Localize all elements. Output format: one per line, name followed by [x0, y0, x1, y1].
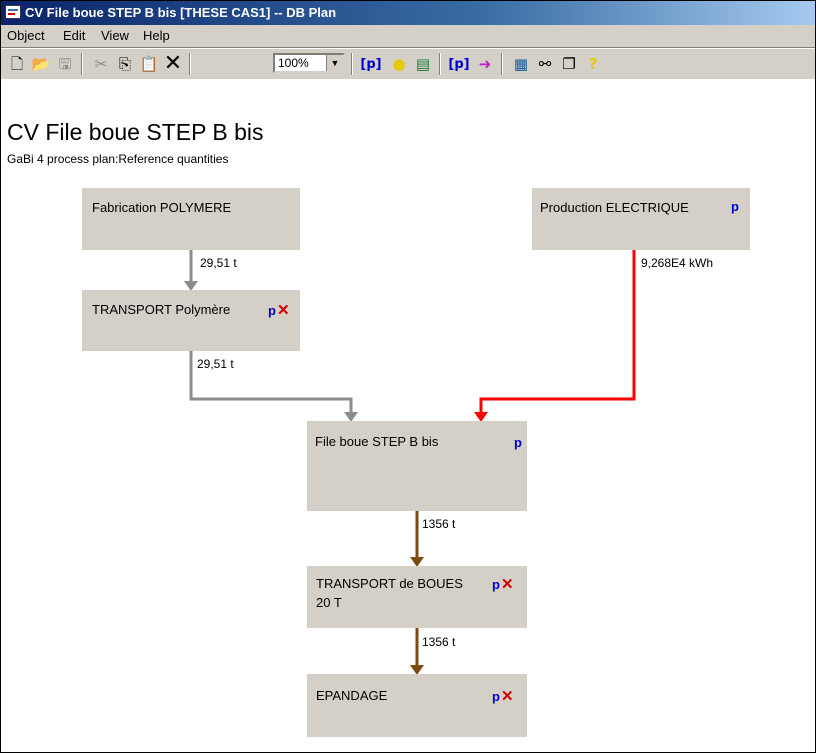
- process-badge: p: [731, 199, 739, 214]
- toolbar-separator: [81, 53, 83, 75]
- app-icon: [5, 5, 21, 19]
- process-badge: p✕: [492, 687, 514, 705]
- delete-icon[interactable]: ✕: [163, 53, 183, 75]
- title-bar[interactable]: CV File boue STEP B bis [THESE CAS1] -- …: [1, 1, 815, 25]
- p-icon: p: [492, 689, 500, 704]
- process-icon[interactable]: [p]: [360, 54, 381, 74]
- open-folder-icon[interactable]: 📂: [31, 54, 51, 74]
- close-icon: ✕: [500, 576, 514, 593]
- process-name: TRANSPORT Polymère: [92, 302, 231, 317]
- menu-bar: Object Edit View Help: [1, 25, 815, 48]
- flow-connectors: [184, 250, 636, 675]
- copy-icon[interactable]: ⎘: [115, 54, 135, 74]
- process-badge: p✕: [268, 301, 290, 319]
- paste-icon[interactable]: 📋: [139, 54, 159, 74]
- flow-label: 29,51 t: [197, 357, 234, 371]
- close-icon: ✕: [276, 302, 290, 319]
- process-transport-polymere[interactable]: TRANSPORT Polymère p✕: [82, 290, 300, 351]
- process-epandage[interactable]: EPANDAGE p✕: [307, 674, 527, 737]
- cut-icon[interactable]: ✂: [91, 54, 111, 74]
- report-icon[interactable]: ▦: [511, 54, 531, 74]
- process-file-boue-step-b-bis[interactable]: File boue STEP B bis p: [307, 421, 527, 511]
- process-name: File boue STEP B bis: [315, 434, 439, 449]
- process-name: Fabrication POLYMERE: [92, 200, 232, 215]
- database-icon[interactable]: ▤: [413, 54, 433, 74]
- toolbar-separator: [351, 53, 353, 75]
- new-document-icon[interactable]: 🗋: [7, 54, 27, 74]
- toolbar-separator: [189, 53, 191, 75]
- process-badge: p✕: [492, 575, 514, 593]
- toolbar-separator: [501, 53, 503, 75]
- p-icon: p: [268, 303, 276, 318]
- process-name: EPANDAGE: [316, 688, 388, 703]
- toolbar: 🗋 📂 🖫 ✂ ⎘ 📋 ✕ 100% ▼ [p] ● ▤ [p] ➜ ▦ ⚯ ❐…: [1, 48, 815, 80]
- binoculars-icon[interactable]: ⚯: [535, 54, 555, 74]
- process-badge: p: [514, 435, 522, 450]
- menu-object[interactable]: Object: [7, 28, 45, 43]
- plan-icon[interactable]: [p]: [448, 54, 469, 74]
- windows-icon[interactable]: ❐: [559, 54, 579, 74]
- process-name: TRANSPORT de BOUES 20 T: [316, 576, 463, 610]
- help-icon[interactable]: ?: [583, 54, 603, 74]
- menu-view[interactable]: View: [101, 28, 129, 43]
- flow-electrique-to-fileboue[interactable]: [474, 250, 636, 422]
- close-icon: ✕: [500, 688, 514, 705]
- toolbar-separator: [439, 53, 441, 75]
- flow-label: 1356 t: [422, 517, 456, 531]
- window-title: CV File boue STEP B bis [THESE CAS1] -- …: [25, 5, 337, 20]
- process-fabrication-polymere[interactable]: Fabrication POLYMERE: [82, 188, 300, 250]
- p-icon: p: [492, 577, 500, 592]
- flow-label: 1356 t: [422, 635, 456, 649]
- p-icon: p: [731, 199, 739, 214]
- p-icon: p: [514, 435, 522, 450]
- flow-arrow-icon[interactable]: ➜: [475, 54, 495, 74]
- zoom-value: 100%: [278, 56, 309, 70]
- db-plan-window: CV File boue STEP B bis [THESE CAS1] -- …: [0, 0, 816, 753]
- chevron-down-icon[interactable]: ▼: [326, 55, 343, 71]
- lightbulb-icon[interactable]: ●: [389, 54, 409, 74]
- zoom-select[interactable]: 100% ▼: [273, 53, 345, 73]
- process-transport-boues[interactable]: TRANSPORT de BOUES 20 T p✕: [307, 566, 527, 628]
- flow-polymere-to-transport[interactable]: [184, 250, 198, 291]
- process-production-electrique[interactable]: Production ELECTRIQUE p: [532, 188, 750, 250]
- flow-label: 9,268E4 kWh: [641, 256, 714, 270]
- menu-edit[interactable]: Edit: [63, 28, 85, 43]
- flow-label: 29,51 t: [200, 256, 237, 270]
- save-icon[interactable]: 🖫: [55, 54, 75, 74]
- process-name: Production ELECTRIQUE: [540, 200, 689, 215]
- menu-help[interactable]: Help: [143, 28, 170, 43]
- plan-canvas: CV File boue STEP B bis GaBi 4 process p…: [1, 79, 815, 752]
